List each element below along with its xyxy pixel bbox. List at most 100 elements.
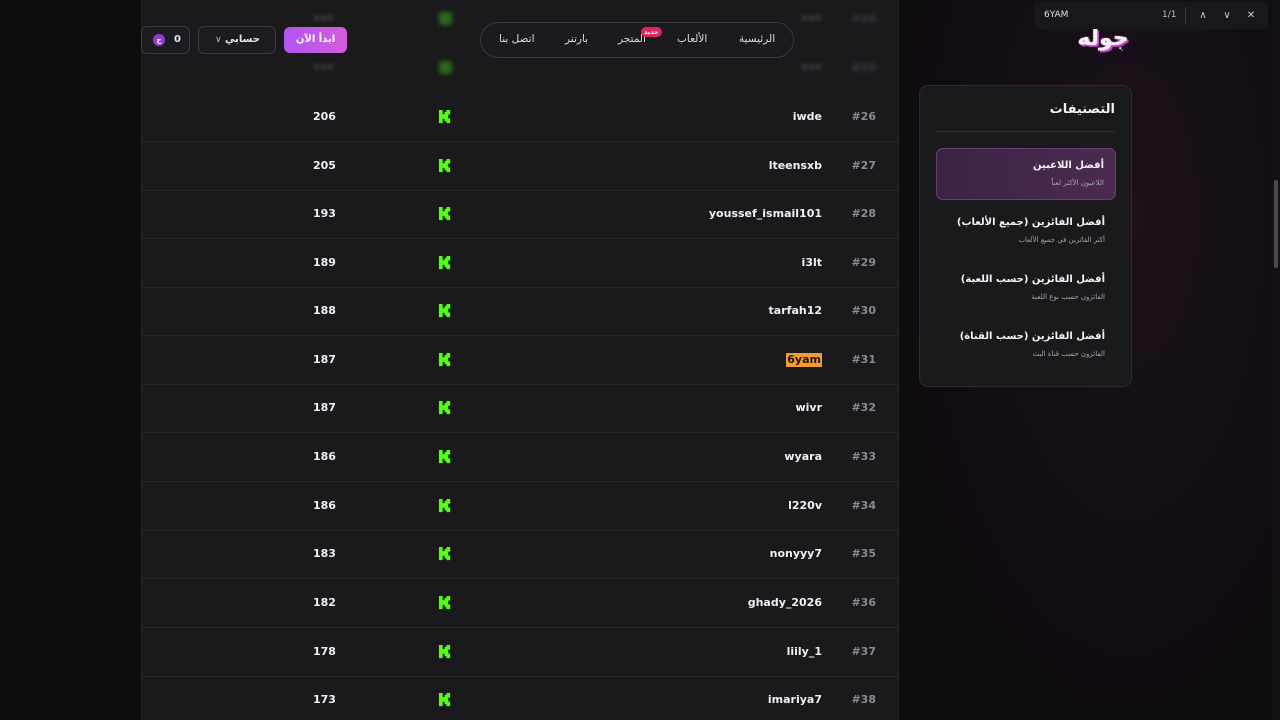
rank-cell: #37 <box>851 645 876 658</box>
nav-item-contact[interactable]: اتصل بنا <box>499 22 535 56</box>
kick-logo-icon <box>438 352 451 367</box>
kick-logo-icon <box>438 206 451 221</box>
score-cell: 173 <box>313 693 336 706</box>
coins-value: 0 <box>174 34 181 45</box>
rank-cell: #30 <box>851 304 876 317</box>
chevron-up-icon[interactable]: ∧ <box>1196 2 1210 29</box>
category-title: أفضل اللاعبين <box>1032 160 1104 171</box>
category-top-players[interactable]: أفضل اللاعبين اللاعبون الأكثر لعباً <box>936 148 1116 200</box>
categories-title: التصنيفات <box>1049 102 1115 117</box>
rank-cell: #24 <box>851 12 876 25</box>
username-cell[interactable]: ghady_2026 <box>748 579 822 627</box>
username-cell[interactable]: wivr <box>795 384 822 432</box>
brand-logo[interactable]: جوله <box>1072 26 1134 51</box>
username-cell[interactable]: iwde <box>793 93 822 141</box>
category-title: أفضل الفائزين (حسب القناة) <box>959 331 1105 342</box>
username-cell[interactable]: ••• <box>801 44 822 92</box>
category-subtitle: الفائزون حسب نوع اللعبة <box>1031 293 1105 301</box>
score-cell: 178 <box>313 645 336 658</box>
category-subtitle: اللاعبون الأكثر لعباً <box>1051 179 1104 187</box>
table-row: #33 wyara 186 <box>142 433 898 482</box>
rank-cell: #35 <box>851 547 876 560</box>
kick-logo-icon <box>438 400 451 415</box>
username-cell[interactable]: lteensxb <box>769 142 822 190</box>
kick-logo-icon <box>438 692 451 707</box>
kick-logo-icon <box>438 109 451 124</box>
table-row: #31 6yam 187 <box>142 336 898 385</box>
rank-cell: #25 <box>851 61 876 74</box>
username-cell[interactable]: liily_1 <box>787 628 822 676</box>
table-row: #26 iwde 206 <box>142 93 898 142</box>
category-subtitle: الفائزون حسب قناة البث <box>1032 350 1105 358</box>
account-label: حسابي <box>224 34 260 45</box>
find-query-input[interactable]: 6YAM <box>1044 2 1068 29</box>
username-cell[interactable]: imariya7 <box>768 676 822 720</box>
rank-cell: #32 <box>851 401 876 414</box>
username-cell-search-match[interactable]: 6yam <box>786 353 822 367</box>
categories-panel: التصنيفات أفضل اللاعبين اللاعبون الأكثر … <box>919 85 1132 387</box>
kick-logo-icon <box>438 498 451 513</box>
rank-cell: #31 <box>851 353 876 366</box>
kick-logo-icon <box>438 158 451 173</box>
username-cell[interactable]: wyara <box>784 433 822 481</box>
kick-logo-icon <box>438 11 453 26</box>
username-cell[interactable]: nonyyy7 <box>770 530 822 578</box>
table-row: #30 tarfah12 188 <box>142 287 898 336</box>
coin-icon: ج <box>153 34 165 46</box>
scrollbar-thumb[interactable] <box>1274 180 1278 268</box>
new-badge: جديد <box>641 27 662 37</box>
kick-logo-icon <box>438 595 451 610</box>
score-cell: 189 <box>313 256 336 269</box>
find-divider <box>1185 7 1186 24</box>
rank-cell: #34 <box>851 499 876 512</box>
score-cell: 182 <box>313 596 336 609</box>
rank-cell: #26 <box>851 110 876 123</box>
score-cell: 187 <box>313 353 336 366</box>
find-match-count: 1/1 <box>1162 10 1177 20</box>
category-top-winners-game[interactable]: أفضل الفائزين (حسب اللعبة) الفائزون حسب … <box>936 263 1116 315</box>
kick-logo-icon <box>438 303 451 318</box>
chevron-down-icon[interactable]: ∨ <box>1220 2 1234 29</box>
scrollbar-track[interactable] <box>1272 0 1280 720</box>
category-title: أفضل الفائزين (حسب اللعبة) <box>960 274 1105 285</box>
close-icon[interactable]: ✕ <box>1244 2 1258 29</box>
start-now-button[interactable]: ابدأ الآن <box>284 27 347 53</box>
score-cell: 186 <box>313 499 336 512</box>
rank-cell: #33 <box>851 450 876 463</box>
rank-cell: #36 <box>851 596 876 609</box>
account-dropdown-button[interactable]: حسابي ∨ <box>198 26 276 54</box>
kick-logo-icon <box>438 255 451 270</box>
score-cell: 205 <box>313 159 336 172</box>
coins-balance[interactable]: ج 0 <box>141 26 190 54</box>
score-cell: 186 <box>313 450 336 463</box>
table-row: #27 lteensxb 205 <box>142 142 898 191</box>
table-row: #34 l220v 186 <box>142 482 898 531</box>
leaderboard-table: #24 ••• ••• #25 ••• ••• #26 iwde 206 #27… <box>141 0 899 720</box>
score-cell: 188 <box>313 304 336 317</box>
kick-logo-icon <box>438 546 451 561</box>
category-top-winners-all[interactable]: أفضل الفائزين (جميع الألعاب) أكثر الفائز… <box>936 206 1116 258</box>
score-cell: 193 <box>313 207 336 220</box>
table-row: #29 i3lt 189 <box>142 239 898 288</box>
category-title: أفضل الفائزين (جميع الألعاب) <box>956 217 1105 228</box>
nav-item-games[interactable]: الألعاب <box>677 22 707 56</box>
username-cell[interactable]: youssef_ismail101 <box>709 190 822 238</box>
category-subtitle: أكثر الفائزين في جميع الألعاب <box>1018 236 1105 244</box>
divider <box>936 131 1115 132</box>
table-row: #36 ghady_2026 182 <box>142 579 898 628</box>
rank-cell: #29 <box>851 256 876 269</box>
username-cell[interactable]: l220v <box>788 482 822 530</box>
nav-item-home[interactable]: الرئيسية <box>739 22 775 56</box>
table-row: #38 imariya7 173 <box>142 676 898 720</box>
table-row: #35 nonyyy7 183 <box>142 530 898 579</box>
username-cell[interactable]: i3lt <box>802 239 822 287</box>
username-cell[interactable]: tarfah12 <box>769 287 822 335</box>
table-row: #32 wivr 187 <box>142 384 898 433</box>
kick-logo-icon <box>438 644 451 659</box>
category-top-winners-channel[interactable]: أفضل الفائزين (حسب القناة) الفائزون حسب … <box>936 320 1116 372</box>
score-cell: 187 <box>313 401 336 414</box>
username-cell[interactable]: ••• <box>801 0 822 43</box>
nav-item-partner[interactable]: بارتنر <box>565 22 588 56</box>
table-row: #37 liily_1 178 <box>142 628 898 677</box>
nav-item-store[interactable]: المتجر <box>618 22 646 56</box>
